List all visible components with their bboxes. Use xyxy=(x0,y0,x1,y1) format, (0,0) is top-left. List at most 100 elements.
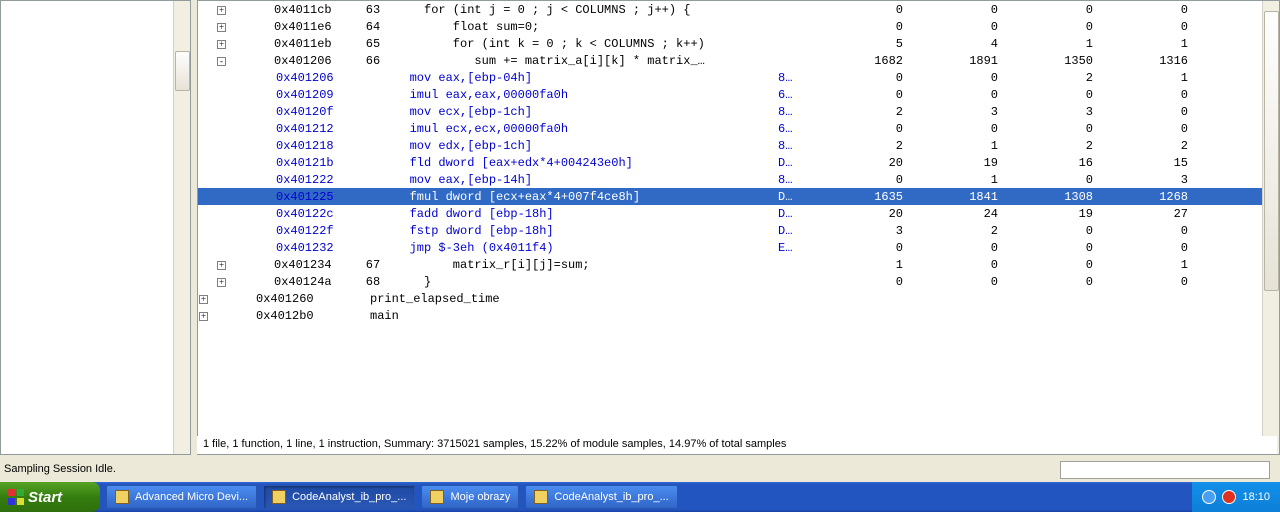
taskbar-item[interactable]: Advanced Micro Devi... xyxy=(106,485,257,509)
expand-toggle[interactable]: - xyxy=(198,54,228,68)
expand-icon[interactable]: + xyxy=(217,40,226,49)
tray-icon[interactable] xyxy=(1222,490,1236,504)
sample-count: 0 xyxy=(903,122,998,136)
address: 0x40122f xyxy=(268,224,358,238)
sample-count: 0 xyxy=(1093,241,1188,255)
code-row[interactable]: 0x401225 fmul dword [ecx+eax*4+007f4ce8h… xyxy=(198,188,1279,205)
code-row[interactable]: 0x40121b fld dword [eax+edx*4+004243e0h]… xyxy=(198,154,1279,171)
taskbar-item-label: CodeAnalyst_ib_pro_... xyxy=(292,491,406,503)
scrollbar-thumb[interactable] xyxy=(175,51,190,91)
sample-count: 1350 xyxy=(998,54,1093,68)
taskbar-item[interactable]: CodeAnalyst_ib_pro_... xyxy=(263,485,415,509)
code-row[interactable]: -0x40120666 sum += matrix_a[i][k] * matr… xyxy=(198,52,1279,69)
sample-count: 19 xyxy=(998,207,1093,221)
sample-count: 0 xyxy=(903,241,998,255)
expand-icon[interactable]: + xyxy=(199,312,208,321)
expand-toggle[interactable]: + xyxy=(198,258,228,272)
code-row[interactable]: 0x401232 jmp $-3eh (0x4011f4)E…0000 xyxy=(198,239,1279,256)
expand-icon[interactable]: + xyxy=(217,261,226,270)
asm-instruction: fstp dword [ebp-18h] xyxy=(388,224,778,238)
collapse-icon[interactable]: - xyxy=(217,57,226,66)
sample-count: 3 xyxy=(903,105,998,119)
taskbar-item[interactable]: Moje obrazy xyxy=(421,485,519,509)
source-line: print_elapsed_time xyxy=(370,292,760,306)
tree-panel xyxy=(0,0,191,455)
status-input[interactable] xyxy=(1060,461,1270,479)
sample-count: 0 xyxy=(903,258,998,272)
sample-count: 0 xyxy=(903,3,998,17)
sample-count: 0 xyxy=(998,258,1093,272)
code-row[interactable]: 0x40122f fstp dword [ebp-18h]D…3200 xyxy=(198,222,1279,239)
code-row[interactable]: 0x401212 imul ecx,ecx,00000fa0h6…0000 xyxy=(198,120,1279,137)
expand-toggle[interactable]: + xyxy=(180,292,210,306)
main-scrollbar[interactable] xyxy=(1262,1,1279,454)
disassembly-panel: +0x4011cb63 for (int j = 0 ; j < COLUMNS… xyxy=(197,0,1280,455)
asm-instruction: imul ecx,ecx,00000fa0h xyxy=(388,122,778,136)
start-button[interactable]: Start xyxy=(0,482,100,512)
expand-toggle[interactable]: + xyxy=(198,20,228,34)
source-line: matrix_r[i][j]=sum; xyxy=(388,258,778,272)
sample-count: 3 xyxy=(998,105,1093,119)
expand-icon[interactable]: + xyxy=(217,6,226,15)
sample-count: 5 xyxy=(808,37,903,51)
code-row[interactable]: 0x40120f mov ecx,[ebp-1ch]8…2330 xyxy=(198,103,1279,120)
asm-instruction: fmul dword [ecx+eax*4+007f4ce8h] xyxy=(388,190,778,204)
expand-toggle[interactable]: + xyxy=(180,309,210,323)
app-icon xyxy=(115,490,129,504)
sample-count: 16 xyxy=(998,156,1093,170)
clock: 18:10 xyxy=(1242,491,1270,503)
opcode-byte: E… xyxy=(778,241,808,255)
sample-count: 0 xyxy=(903,88,998,102)
expand-toggle[interactable]: + xyxy=(198,37,228,51)
sample-count: 24 xyxy=(903,207,998,221)
sample-count: 2 xyxy=(1093,139,1188,153)
scrollbar-thumb[interactable] xyxy=(1264,11,1279,291)
sample-count: 1682 xyxy=(808,54,903,68)
sample-count: 3 xyxy=(1093,173,1188,187)
line-number: 65 xyxy=(358,37,388,51)
code-row[interactable]: 0x401206 mov eax,[ebp-04h]8…0021 xyxy=(198,69,1279,86)
expand-toggle[interactable]: + xyxy=(198,275,228,289)
sample-count: 0 xyxy=(808,241,903,255)
address: 0x401206 xyxy=(268,71,358,85)
sample-count: 15 xyxy=(1093,156,1188,170)
asm-instruction: fadd dword [ebp-18h] xyxy=(388,207,778,221)
code-row[interactable]: +0x401260 print_elapsed_time xyxy=(198,290,1279,307)
address: 0x4011eb xyxy=(268,37,358,51)
code-row[interactable]: 0x40122c fadd dword [ebp-18h]D…20241927 xyxy=(198,205,1279,222)
code-row[interactable]: +0x4011eb65 for (int k = 0 ; k < COLUMNS… xyxy=(198,35,1279,52)
expand-icon[interactable]: + xyxy=(217,278,226,287)
source-line: float sum=0; xyxy=(388,20,778,34)
sample-count: 27 xyxy=(1093,207,1188,221)
code-row[interactable]: +0x4012b0main xyxy=(198,307,1279,324)
sample-count: 1 xyxy=(903,173,998,187)
address: 0x40121b xyxy=(268,156,358,170)
expand-toggle[interactable]: + xyxy=(198,3,228,17)
address: 0x401218 xyxy=(268,139,358,153)
sample-count: 3 xyxy=(808,224,903,238)
windows-logo-icon xyxy=(8,489,24,505)
code-row[interactable]: 0x401222 mov eax,[ebp-14h]8…0103 xyxy=(198,171,1279,188)
code-row[interactable]: +0x40123467 matrix_r[i][j]=sum;1001 xyxy=(198,256,1279,273)
address: 0x40122c xyxy=(268,207,358,221)
sample-count: 0 xyxy=(1093,3,1188,17)
code-row[interactable]: 0x401209 imul eax,eax,00000fa0h6…0000 xyxy=(198,86,1279,103)
system-tray[interactable]: 18:10 xyxy=(1192,482,1280,512)
sample-count: 19 xyxy=(903,156,998,170)
code-row[interactable]: 0x401218 mov edx,[ebp-1ch]8…2122 xyxy=(198,137,1279,154)
left-scrollbar[interactable] xyxy=(173,1,190,454)
sample-count: 0 xyxy=(998,122,1093,136)
code-row[interactable]: +0x4011e664 float sum=0;0000 xyxy=(198,18,1279,35)
expand-icon[interactable]: + xyxy=(199,295,208,304)
address: 0x401232 xyxy=(268,241,358,255)
address: 0x4012b0 xyxy=(250,309,340,323)
address: 0x401260 xyxy=(250,292,340,306)
sample-count: 0 xyxy=(998,3,1093,17)
expand-icon[interactable]: + xyxy=(217,23,226,32)
code-row[interactable]: +0x40124a68 }0000 xyxy=(198,273,1279,290)
tray-icon[interactable] xyxy=(1202,490,1216,504)
sample-count: 4 xyxy=(903,37,998,51)
taskbar-item[interactable]: CodeAnalyst_ib_pro_... xyxy=(525,485,677,509)
sample-count: 2 xyxy=(998,139,1093,153)
code-row[interactable]: +0x4011cb63 for (int j = 0 ; j < COLUMNS… xyxy=(198,1,1279,18)
